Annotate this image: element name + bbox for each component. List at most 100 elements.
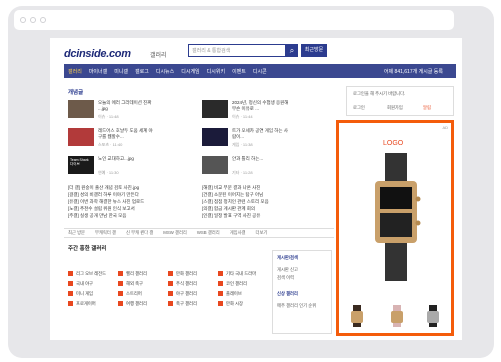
gallery-rank-item[interactable]: 코인 갤러리 (218, 280, 268, 287)
post-link[interactable]: [노갤] 추천수 설립 위원 인식 보고서 (68, 205, 144, 212)
rank-square-icon (218, 271, 223, 276)
news-title[interactable]: 2024년, 정신의 수험생 응원해 무슨 이유로 ... (232, 100, 290, 112)
post-link[interactable]: [인갤] 일정 발표 구역 사진 공유 (202, 212, 269, 219)
rank-square-icon (68, 271, 73, 276)
news-title[interactable]: 오늘의 에러 그라데이션 진짜 ...jpg (98, 100, 156, 112)
post-link[interactable]: [의갤] 합금 게시판 관계 회의 (202, 205, 269, 212)
recent-gallery-link[interactable]: 부캐릭터 갤 (95, 230, 116, 236)
nav-item[interactable]: 이벤트 (232, 68, 246, 75)
news-thumbnail[interactable] (202, 128, 228, 146)
rank-square-icon (168, 291, 173, 296)
news-title[interactable]: 트가 오세카 공연 게임 하는 사람이... (232, 128, 290, 140)
news-meta: 연예 · 11:30 (98, 170, 119, 175)
gallery-ranking-grid: 리그 오브 레전드 헬리 갤러리 만화 갤러리 기타 국내 드라마 국내 야구 … (68, 270, 268, 307)
login-box: 로그인을 해 주시기 바랍니다. 로그인 회원가입 알림 (346, 86, 454, 116)
nav-item[interactable]: 디시게임 (181, 68, 199, 75)
side-panel-subtitle: 신상 갤러리 (277, 291, 298, 296)
post-link[interactable]: [더 갤] 원숭이 출산 개념 검토 사진.jpg (68, 184, 144, 191)
nav-item[interactable]: 미니갤 (114, 68, 128, 75)
address-bar[interactable] (14, 10, 454, 30)
gallery-rank-item[interactable]: 기타 국내 드라마 (218, 270, 268, 277)
news-title[interactable]: 안과 틀리 하는... (232, 156, 290, 162)
nav-item[interactable]: 마이너갤 (89, 68, 107, 75)
gallery-rank-item[interactable]: 만화 갤러리 (168, 270, 218, 277)
news-thumbnail[interactable] (202, 100, 228, 118)
side-panel-title: 게시판/검색 (277, 255, 298, 260)
gallery-rank-item[interactable]: 여행 갤러리 (118, 300, 168, 307)
gallery-rank-item[interactable]: 야구 갤러리 (168, 290, 218, 297)
rank-square-icon (118, 291, 123, 296)
gallery-rank-item[interactable]: 축구 갤러리 (168, 300, 218, 307)
login-message: 로그인을 해 주시기 바랍니다. (353, 91, 406, 96)
notification-link[interactable]: 알림 (423, 105, 431, 111)
post-link[interactable]: [주갤] 실생 공개 만남 한국 모음 (68, 212, 144, 219)
signup-link[interactable]: 회원가입 (387, 105, 403, 111)
ad-banner[interactable]: AD LOGO (336, 120, 454, 336)
news-meta: 이슈 · 11:44 (232, 114, 253, 119)
recent-gallery-link[interactable]: MSW 갤러리 (163, 230, 187, 236)
recent-visit-button[interactable]: 최근방문 (301, 44, 327, 57)
news-title[interactable]: 레드어스 호날두 도움 세계 야구를 웹할수... (98, 128, 156, 140)
news-thumbnail[interactable] (68, 128, 94, 146)
news-thumbnail[interactable] (202, 156, 228, 174)
nav-item[interactable]: 갤러리 (68, 68, 82, 75)
side-panel-link[interactable]: 게시판 신고 (277, 267, 298, 273)
gallery-rank-item[interactable]: 스트리머 (118, 290, 168, 297)
window-dot-icon (20, 17, 26, 23)
section-title: 개념글 (68, 90, 84, 96)
gallery-rank-item[interactable]: 해외 축구 (118, 280, 168, 287)
gallery-rank-item[interactable]: 플레이브 (218, 290, 268, 297)
gallery-rank-item[interactable]: 국내 야구 (68, 280, 118, 287)
rank-square-icon (218, 281, 223, 286)
search-input[interactable]: 갤러리 & 통합검색 (188, 44, 286, 57)
news-meta: 기타 · 11:28 (232, 170, 253, 175)
page-viewport: dcinside.com 갤러리 갤러리 & 통합검색 ⌕ 최근방문 갤러리 마… (50, 38, 462, 340)
recent-gallery-link[interactable]: 게임사갤 (230, 230, 246, 236)
rank-square-icon (68, 301, 73, 306)
rank-square-icon (118, 281, 123, 286)
side-panel-link[interactable]: 매주 갤러리 인기 순위 (277, 303, 316, 309)
post-count-text: 어제 841,617개 게시글 등록 (383, 68, 443, 75)
side-panel-link[interactable]: 검색 이력 (277, 275, 294, 281)
gallery-rank-item[interactable]: 만화 시장 (218, 300, 268, 307)
news-thumbnail[interactable]: Team Shark 다이브 (68, 156, 94, 174)
gallery-rank-item[interactable]: 헬리 갤러리 (118, 270, 168, 277)
news-thumbnail[interactable] (68, 100, 94, 118)
site-logo[interactable]: dcinside.com (64, 48, 131, 60)
news-title[interactable]: 노인 교대하고...jpg (98, 156, 156, 162)
search-button[interactable]: ⌕ (286, 44, 298, 57)
gallery-ranking-title: 주간 흥한 갤러리 (68, 246, 107, 252)
nav-item[interactable]: 디시콘 (253, 68, 267, 75)
nav-item[interactable]: 디시뉴스 (156, 68, 174, 75)
post-link[interactable]: [유갤] 이번 과학 해결한 뉴스 사진 업로드 (68, 198, 144, 205)
rank-square-icon (218, 291, 223, 296)
gallery-rank-item[interactable]: 미니 게임 (68, 290, 118, 297)
post-link[interactable]: [해갤] 비교 부문 결과 나온 사진 (202, 184, 269, 191)
gallery-rank-item[interactable]: 프로게이머 (68, 300, 118, 307)
post-link[interactable]: [걸갤] 성의 비갤러 하루 이야기 만든다 (68, 191, 144, 198)
nav-item[interactable]: 갤로그 (135, 68, 149, 75)
recent-gallery-link[interactable]: WSB 갤러리 (197, 230, 220, 236)
recent-gallery-link[interactable]: 신 부캐 퀸다 갤 (126, 230, 153, 236)
more-link[interactable]: 더보기 (256, 230, 268, 236)
news-meta: 게임 · 11:38 (232, 142, 253, 147)
rank-square-icon (218, 301, 223, 306)
recent-label: 최근 방문 (68, 230, 86, 235)
rank-square-icon (168, 281, 173, 286)
recent-gallery-bar: 최근 방문 부캐릭터 갤 신 부캐 퀸다 갤 MSW 갤러리 WSB 갤러리 게… (64, 228, 334, 238)
magnifier-icon: ⌕ (289, 46, 295, 55)
main-nav: 갤러리 마이너갤 미니갤 갤로그 디시뉴스 디시게임 디시위키 이벤트 디시콘 … (64, 64, 456, 78)
post-list: [해갤] 비교 부문 결과 나온 사진 [건갤] 소문된 이어지는 탐구 아님 … (202, 184, 269, 219)
post-link[interactable]: [스갤] 점점 정치인 관련 스토리 모음 (202, 198, 269, 205)
rank-square-icon (168, 271, 173, 276)
news-meta: 이슈 · 11:48 (98, 114, 119, 119)
gallery-rank-item[interactable]: 주식 갤러리 (168, 280, 218, 287)
nav-item[interactable]: 디시위키 (207, 68, 225, 75)
gallery-rank-item[interactable]: 리그 오브 레전드 (68, 270, 118, 277)
post-link[interactable]: [건갤] 소문된 이어지는 탐구 아님 (202, 191, 269, 198)
rank-square-icon (118, 271, 123, 276)
side-panel: 게시판/검색 게시판 신고 검색 이력 신상 갤러리 매주 갤러리 인기 순위 (272, 250, 332, 334)
window-dot-icon (30, 17, 36, 23)
login-link[interactable]: 로그인 (353, 105, 365, 111)
rank-square-icon (168, 301, 173, 306)
